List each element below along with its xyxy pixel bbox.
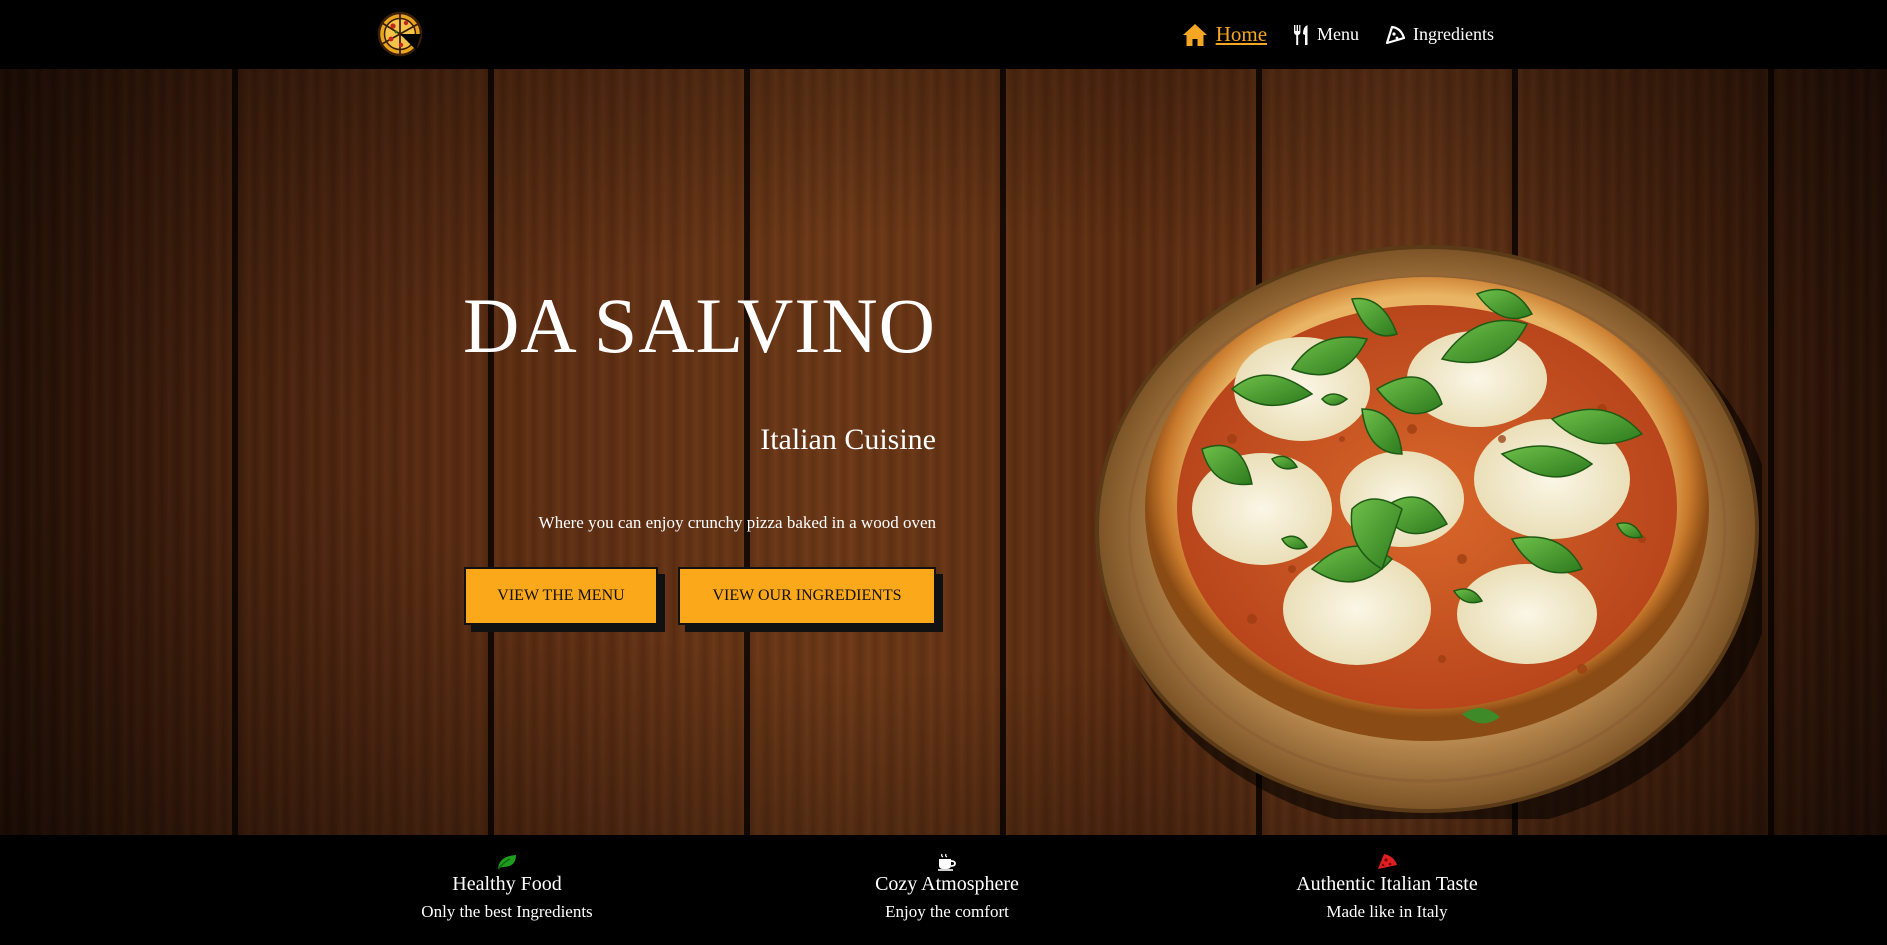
home-icon: [1182, 23, 1207, 46]
coffee-cup-icon: [938, 853, 956, 871]
hero-title: DA SALVINO: [462, 282, 936, 369]
hero-buttons: VIEW THE MENU VIEW OUR INGREDIENTS: [464, 567, 936, 625]
view-menu-button[interactable]: VIEW THE MENU: [464, 567, 658, 625]
feature-desc: Only the best Ingredients: [421, 902, 593, 921]
pizza-logo-icon[interactable]: [376, 10, 424, 58]
feature-authentic-taste: Authentic Italian Taste Made like in Ita…: [1237, 853, 1537, 922]
hero-tagline: Where you can enjoy crunchy pizza baked …: [538, 513, 936, 532]
nav-item-label: Menu: [1317, 24, 1360, 44]
main-nav: Home Menu Ingredients: [1182, 0, 1494, 69]
feature-healthy-food: Healthy Food Only the best Ingredients: [357, 853, 657, 922]
features-section: Healthy Food Only the best Ingredients C…: [0, 835, 1887, 945]
top-navbar: Home Menu Ingredients: [0, 0, 1887, 69]
pizza-image: [1095, 245, 1762, 819]
nav-item-home[interactable]: Home: [1182, 22, 1267, 47]
feature-desc: Enjoy the comfort: [885, 902, 1009, 921]
pizza-slice-icon: [1378, 854, 1397, 869]
feature-title: Cozy Atmosphere: [875, 873, 1019, 895]
hero-section: DA SALVINO Italian Cuisine Where you can…: [0, 69, 1887, 835]
feature-desc: Made like in Italy: [1326, 902, 1448, 921]
feature-title: Authentic Italian Taste: [1296, 873, 1478, 895]
feature-title: Healthy Food: [452, 873, 562, 895]
pizza-slice-icon: [1385, 25, 1406, 44]
cutlery-icon: [1294, 24, 1308, 45]
view-ingredients-button[interactable]: VIEW OUR INGREDIENTS: [678, 567, 936, 625]
nav-item-label: Ingredients: [1413, 24, 1494, 44]
hero-text: DA SALVINO Italian Cuisine Where you can…: [416, 69, 936, 835]
hero-subtitle: Italian Cuisine: [760, 423, 936, 456]
nav-item-ingredients[interactable]: Ingredients: [1385, 24, 1494, 45]
nav-item-menu[interactable]: Menu: [1293, 24, 1359, 46]
leaf-icon: [497, 855, 516, 870]
feature-cozy-atmosphere: Cozy Atmosphere Enjoy the comfort: [797, 853, 1097, 922]
nav-item-label: Home: [1215, 22, 1268, 46]
